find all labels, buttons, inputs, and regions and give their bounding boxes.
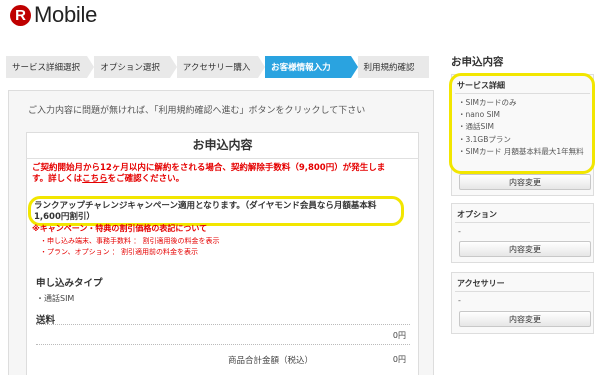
highlight-campaign: [28, 196, 404, 226]
rakuten-logo-icon: R: [10, 4, 31, 26]
notice-link[interactable]: こちら: [82, 174, 108, 184]
accessory-change-button[interactable]: 内容変更: [459, 311, 591, 327]
page: R Mobile サービス詳細選択 オプション選択 アクセサリー購入 お客様情報…: [0, 0, 600, 375]
option-value: -: [458, 227, 461, 236]
divider: [455, 222, 590, 223]
option-change-button[interactable]: 内容変更: [459, 241, 591, 257]
step-option: オプション選択: [94, 56, 178, 78]
discount-note-plan: ・プラン、オプション ： 割引適用前の料金を表示: [40, 248, 199, 256]
total-label: 商品合計金額（税込）: [228, 356, 314, 366]
plan-type-title: 申し込みタイプ: [36, 278, 103, 289]
step-accessory: アクセサリー購入: [176, 56, 266, 78]
service-change-button[interactable]: 内容変更: [459, 174, 591, 190]
accessory-value: -: [458, 296, 461, 305]
step-customer-info: お客様情報入力: [265, 56, 358, 78]
total-price: 0円: [392, 355, 406, 364]
instruction-text: ご入力内容に問題が無ければ、「利用規約確認へ進む」ボタンをクリックして下さい: [28, 106, 366, 116]
highlight-service-detail: [449, 73, 595, 174]
discount-note: ※キャンペーン・特典の割引価格の表記について: [32, 224, 208, 233]
logo-text: Mobile: [34, 2, 98, 27]
step-service-detail: サービス詳細選択: [6, 56, 95, 78]
plan-type-value: ・通話SIM: [36, 294, 75, 303]
cancellation-notice: ご契約開始月から12ヶ月以内に解約をされる場合、契約解除手数料（9,800円）が…: [32, 163, 414, 185]
divider: [26, 158, 419, 159]
step-terms: 利用規約確認: [357, 56, 429, 78]
discount-note-device: ・申し込み端末、事務手数料 ： 割引適用後の料金を表示: [40, 237, 220, 245]
logo[interactable]: R Mobile: [10, 2, 97, 28]
notice-line2-prefix: す。詳しくは: [32, 174, 83, 184]
notice-line2-suffix: をご確認ください。: [107, 174, 185, 184]
accessory-title: アクセサリー: [457, 279, 505, 288]
card-title: お申込内容: [192, 138, 253, 152]
divider: [36, 324, 410, 325]
sidebar-title: お申込内容: [451, 56, 504, 68]
step-progress: サービス詳細選択 オプション選択 アクセサリー購入 お客様情報入力 利用規約確認: [6, 56, 436, 78]
option-title: オプション: [457, 210, 497, 219]
divider: [455, 291, 590, 292]
divider: [36, 344, 410, 345]
notice-line1: ご契約開始月から12ヶ月以内に解約をされる場合、契約解除手数料（9,800円）が…: [32, 163, 386, 173]
shipping-price: 0円: [392, 331, 406, 340]
